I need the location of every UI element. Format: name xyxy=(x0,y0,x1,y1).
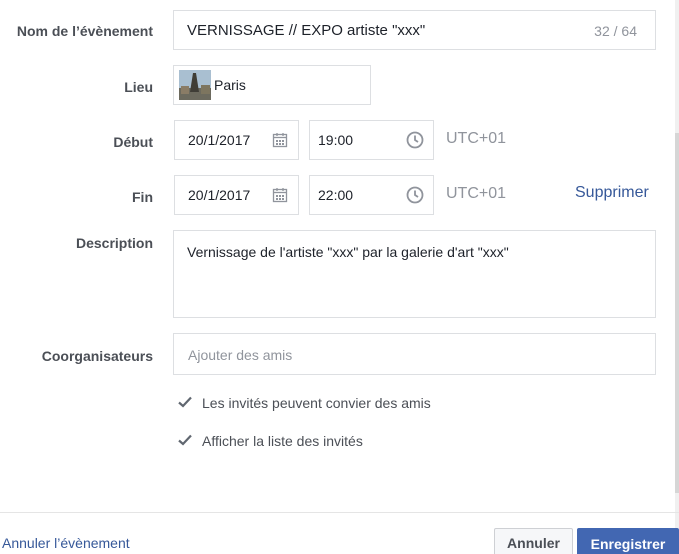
event-name-field[interactable]: VERNISSAGE // EXPO artiste "xxx" 32 / 64 xyxy=(173,10,656,50)
cancel-event-link[interactable]: Annuler l’évènement xyxy=(2,535,130,551)
clock-icon[interactable] xyxy=(406,186,424,204)
end-date-field[interactable]: 20/1/2017 xyxy=(174,175,299,215)
footer-divider xyxy=(0,512,679,513)
coorganizers-label: Coorganisateurs xyxy=(41,348,153,364)
end-date-value: 20/1/2017 xyxy=(188,187,251,203)
checkmark-icon[interactable] xyxy=(177,394,193,410)
end-time-value: 22:00 xyxy=(318,187,354,203)
location-value: Paris xyxy=(214,77,246,93)
end-time-field[interactable]: 22:00 xyxy=(309,175,434,215)
start-timezone: UTC+01 xyxy=(446,130,507,147)
location-thumbnail xyxy=(179,70,211,100)
event-name-value: VERNISSAGE // EXPO artiste "xxx" xyxy=(187,22,426,39)
calendar-icon[interactable] xyxy=(272,187,288,203)
cancel-button[interactable]: Annuler xyxy=(494,528,573,554)
start-time-value: 19:00 xyxy=(318,132,354,148)
character-counter: 32 / 64 xyxy=(594,23,637,39)
start-time-field[interactable]: 19:00 xyxy=(309,120,434,160)
location-field[interactable]: Paris xyxy=(173,65,371,105)
option-label: Afficher la liste des invités xyxy=(202,433,363,449)
event-name-label: Nom de l’évènement xyxy=(16,23,153,39)
save-button[interactable]: Enregistrer xyxy=(577,528,679,554)
coorganizers-field[interactable]: Ajouter des amis xyxy=(173,333,656,375)
start-label: Début xyxy=(113,134,153,150)
end-label: Fin xyxy=(132,189,153,205)
description-label: Description xyxy=(75,235,153,251)
remove-end-time-link[interactable]: Supprimer xyxy=(575,184,649,202)
end-timezone: UTC+01 xyxy=(446,185,507,202)
description-textarea[interactable]: Vernissage de l'artiste "xxx" par la gal… xyxy=(173,230,656,318)
calendar-icon[interactable] xyxy=(272,132,288,148)
clock-icon[interactable] xyxy=(406,131,424,149)
start-date-field[interactable]: 20/1/2017 xyxy=(174,120,299,160)
coorganizers-placeholder: Ajouter des amis xyxy=(188,347,293,363)
description-value: Vernissage de l'artiste "xxx" par la gal… xyxy=(187,244,509,260)
checkmark-icon[interactable] xyxy=(177,432,193,448)
scrollbar-thumb[interactable] xyxy=(675,133,679,493)
location-label: Lieu xyxy=(124,79,153,95)
option-label: Les invités peuvent convier des amis xyxy=(202,395,431,411)
start-date-value: 20/1/2017 xyxy=(188,132,251,148)
